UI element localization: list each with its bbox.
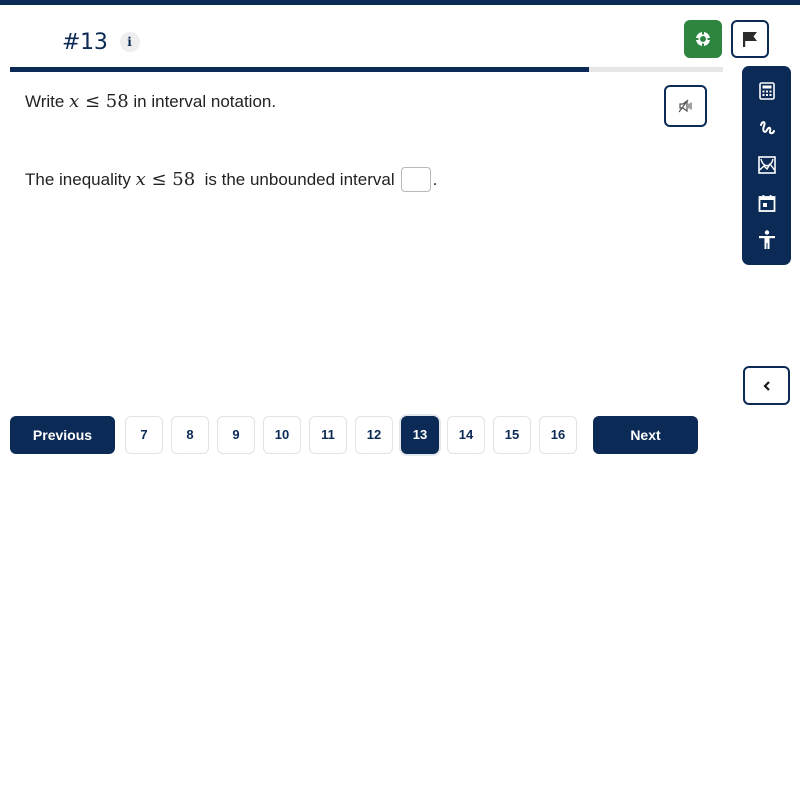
tool-calendar[interactable] (751, 187, 783, 219)
progress-bar (10, 67, 723, 72)
statement-math: x ≤ 58 (136, 169, 196, 190)
question-statement: The inequality x ≤ 58 is the unbounded i… (25, 167, 437, 192)
flag-icon (743, 32, 757, 47)
tool-scratchpad[interactable] (751, 112, 783, 144)
page-button[interactable]: 9 (217, 415, 255, 454)
statement-math-op: ≤ (145, 169, 173, 190)
audio-button[interactable] (664, 85, 707, 127)
prompt-math-var: x (69, 91, 80, 112)
flag-button[interactable] (731, 20, 769, 58)
prompt-math: x ≤ 58 (69, 91, 129, 112)
prompt-math-op: ≤ (79, 91, 106, 112)
progress-fill (10, 67, 590, 72)
page-button[interactable]: 7 (125, 415, 163, 454)
prompt-prefix: Write (25, 92, 70, 111)
calculator-icon (758, 81, 775, 100)
answer-input[interactable] (400, 167, 431, 192)
question-number: #13 (62, 29, 108, 55)
statement-suffix: . (432, 169, 438, 189)
speaker-muted-icon (678, 99, 692, 113)
prompt-math-num: 58 (105, 91, 129, 112)
top-bar (0, 0, 800, 5)
question-header: #13 i (62, 28, 140, 56)
page-button[interactable]: 10 (263, 415, 301, 454)
previous-button[interactable]: Previous (10, 415, 115, 454)
page-button[interactable]: 12 (355, 415, 393, 454)
tool-calculator[interactable] (751, 75, 783, 107)
chevron-left-icon (762, 380, 770, 391)
accessibility-icon (758, 230, 775, 250)
page-button[interactable]: 8 (171, 415, 209, 454)
question-prompt: Write x ≤ 58 in interval notation. (25, 91, 276, 112)
page-button-current[interactable]: 13 (401, 415, 439, 454)
page-button[interactable]: 14 (447, 415, 485, 454)
statement-middle: is the unbounded interval (195, 169, 395, 189)
lifebuoy-icon (695, 31, 711, 47)
page-button[interactable]: 11 (309, 415, 347, 454)
page-button[interactable]: 15 (493, 415, 531, 454)
tool-accessibility[interactable] (751, 224, 783, 256)
collapse-sidebar-button[interactable] (743, 366, 790, 405)
page-button[interactable]: 16 (539, 415, 577, 454)
tool-graphing[interactable] (751, 149, 783, 181)
help-button[interactable] (684, 20, 722, 58)
scribble-icon (759, 121, 775, 135)
next-button[interactable]: Next (593, 415, 698, 454)
statement-prefix: The inequality (25, 169, 136, 189)
pagination: Previous 7 8 9 10 11 12 13 14 15 16 Next (10, 415, 698, 454)
calendar-icon (758, 194, 775, 212)
statement-math-num: 58 (172, 169, 196, 190)
prompt-suffix: in interval notation. (128, 92, 277, 111)
graph-icon (757, 156, 776, 175)
info-icon[interactable]: i (119, 32, 140, 52)
statement-math-var: x (135, 169, 146, 190)
tools-toolbar (742, 66, 791, 265)
